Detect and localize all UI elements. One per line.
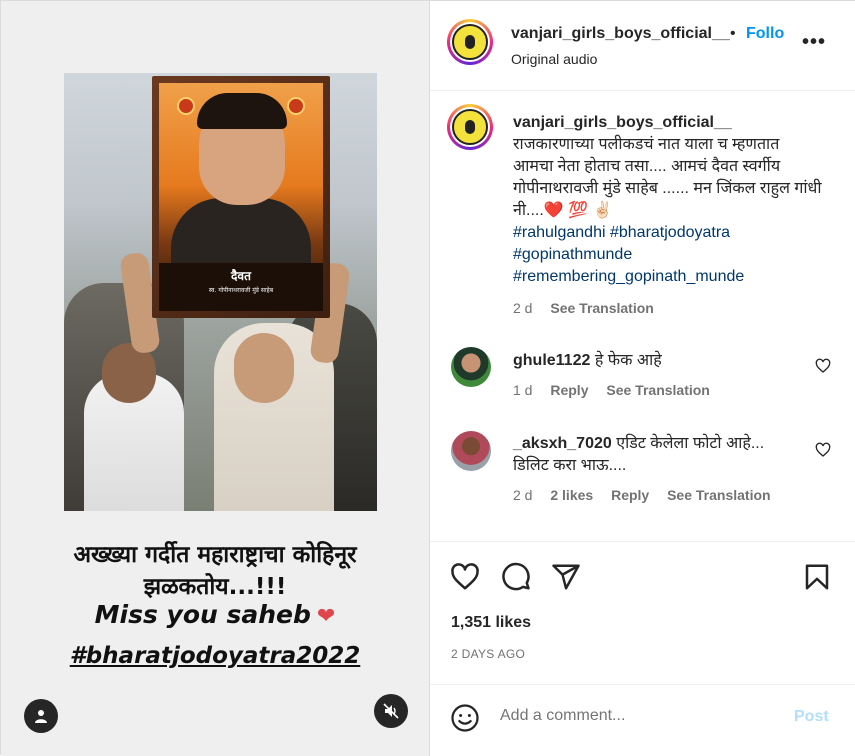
media-caption-miss-you: Miss you saheb ❤ (94, 600, 336, 629)
author-username[interactable]: vanjari_girls_boys_official__ (511, 25, 730, 43)
comments-list[interactable]: vanjari_girls_boys_official__ राजकारणाच्… (430, 92, 855, 541)
reply-button[interactable]: Reply (550, 382, 588, 398)
share-icon[interactable] (551, 562, 581, 592)
comment-input[interactable] (500, 707, 780, 725)
heart-emoji: ❤ (316, 604, 336, 629)
commenter-username[interactable]: _aksxh_7020 (513, 435, 612, 452)
author-avatar[interactable] (447, 19, 493, 65)
emoji-icon[interactable] (450, 703, 480, 733)
follow-button[interactable]: Follow (746, 25, 784, 43)
comment-composer: Post (430, 684, 855, 756)
comment-time: 1 d (513, 382, 533, 398)
like-comment-icon[interactable] (815, 358, 831, 374)
commenter-username[interactable]: ghule1122 (513, 352, 590, 369)
reel-photo: दैवत स्व. गोपीनाथरावजी मुंडे साहेब (64, 73, 377, 511)
see-translation-link[interactable]: See Translation (550, 300, 653, 316)
commenter-avatar[interactable] (451, 347, 491, 387)
mute-button[interactable] (374, 694, 408, 728)
media-caption-marathi: अख्ख्या गर्दीत महाराष्ट्राचा कोहिनूर झळक… (73, 542, 357, 600)
comment-text: हे फेक आहे (594, 352, 662, 369)
likes-count[interactable]: 1,351 likes (451, 614, 531, 632)
speaker-muted-icon (383, 703, 399, 719)
like-comment-icon[interactable] (815, 442, 831, 458)
plaque-title: दैवत (231, 269, 251, 283)
brand-logo (452, 109, 488, 145)
post-timestamp[interactable]: 2 DAYS AGO (451, 647, 525, 661)
post-sidebar: vanjari_girls_boys_official__ • Follow O… (429, 1, 855, 756)
caption-author-avatar[interactable] (447, 104, 493, 150)
hashtag-link[interactable]: #rahulgandhi #bharatjodoyatra (513, 222, 823, 244)
see-translation-link[interactable]: See Translation (667, 487, 770, 503)
hashtag-link[interactable]: #gopinathmunde (513, 244, 823, 266)
tagged-users-button[interactable] (24, 699, 58, 733)
brand-logo (452, 24, 488, 60)
comment-icon[interactable] (501, 562, 531, 592)
commenter-avatar[interactable] (451, 431, 491, 471)
caption-text: राजकारणाच्या पलीकडचं नात याला च म्हणतात … (513, 136, 822, 219)
original-audio-link[interactable]: Original audio (511, 51, 597, 67)
more-options-icon[interactable]: ••• (802, 31, 826, 54)
plaque-subtitle: स्व. गोपीनाथरावजी मुंडे साहेब (208, 287, 274, 294)
caption-time: 2 d (513, 300, 533, 316)
reel-media[interactable]: दैवत स्व. गोपीनाथरावजी मुंडे साहेब अख्ख्… (1, 1, 429, 756)
separator-dot: • (730, 25, 736, 42)
post-dialog: दैवत स्व. गोपीनाथरावजी मुंडे साहेब अख्ख्… (0, 0, 855, 756)
post-comment-button[interactable]: Post (794, 708, 829, 726)
like-icon[interactable] (450, 562, 480, 592)
hashtag-link[interactable]: #remembering_gopinath_munde (513, 266, 823, 288)
post-header: vanjari_girls_boys_official__ • Follow O… (430, 1, 855, 91)
comment-likes[interactable]: 2 likes (550, 487, 593, 503)
media-caption-hashtag: #bharatjodoyatra2022 (69, 643, 361, 669)
user-icon (35, 710, 47, 723)
save-icon[interactable] (802, 562, 832, 592)
caption-username[interactable]: vanjari_girls_boys_official__ (513, 114, 732, 131)
portrait-frame: दैवत स्व. गोपीनाथरावजी मुंडे साहेब (152, 76, 330, 318)
comment-time: 2 d (513, 487, 533, 503)
see-translation-link[interactable]: See Translation (606, 382, 709, 398)
portrait-plaque: दैवत स्व. गोपीनाथरावजी मुंडे साहेब (159, 263, 323, 311)
reply-button[interactable]: Reply (611, 487, 649, 503)
